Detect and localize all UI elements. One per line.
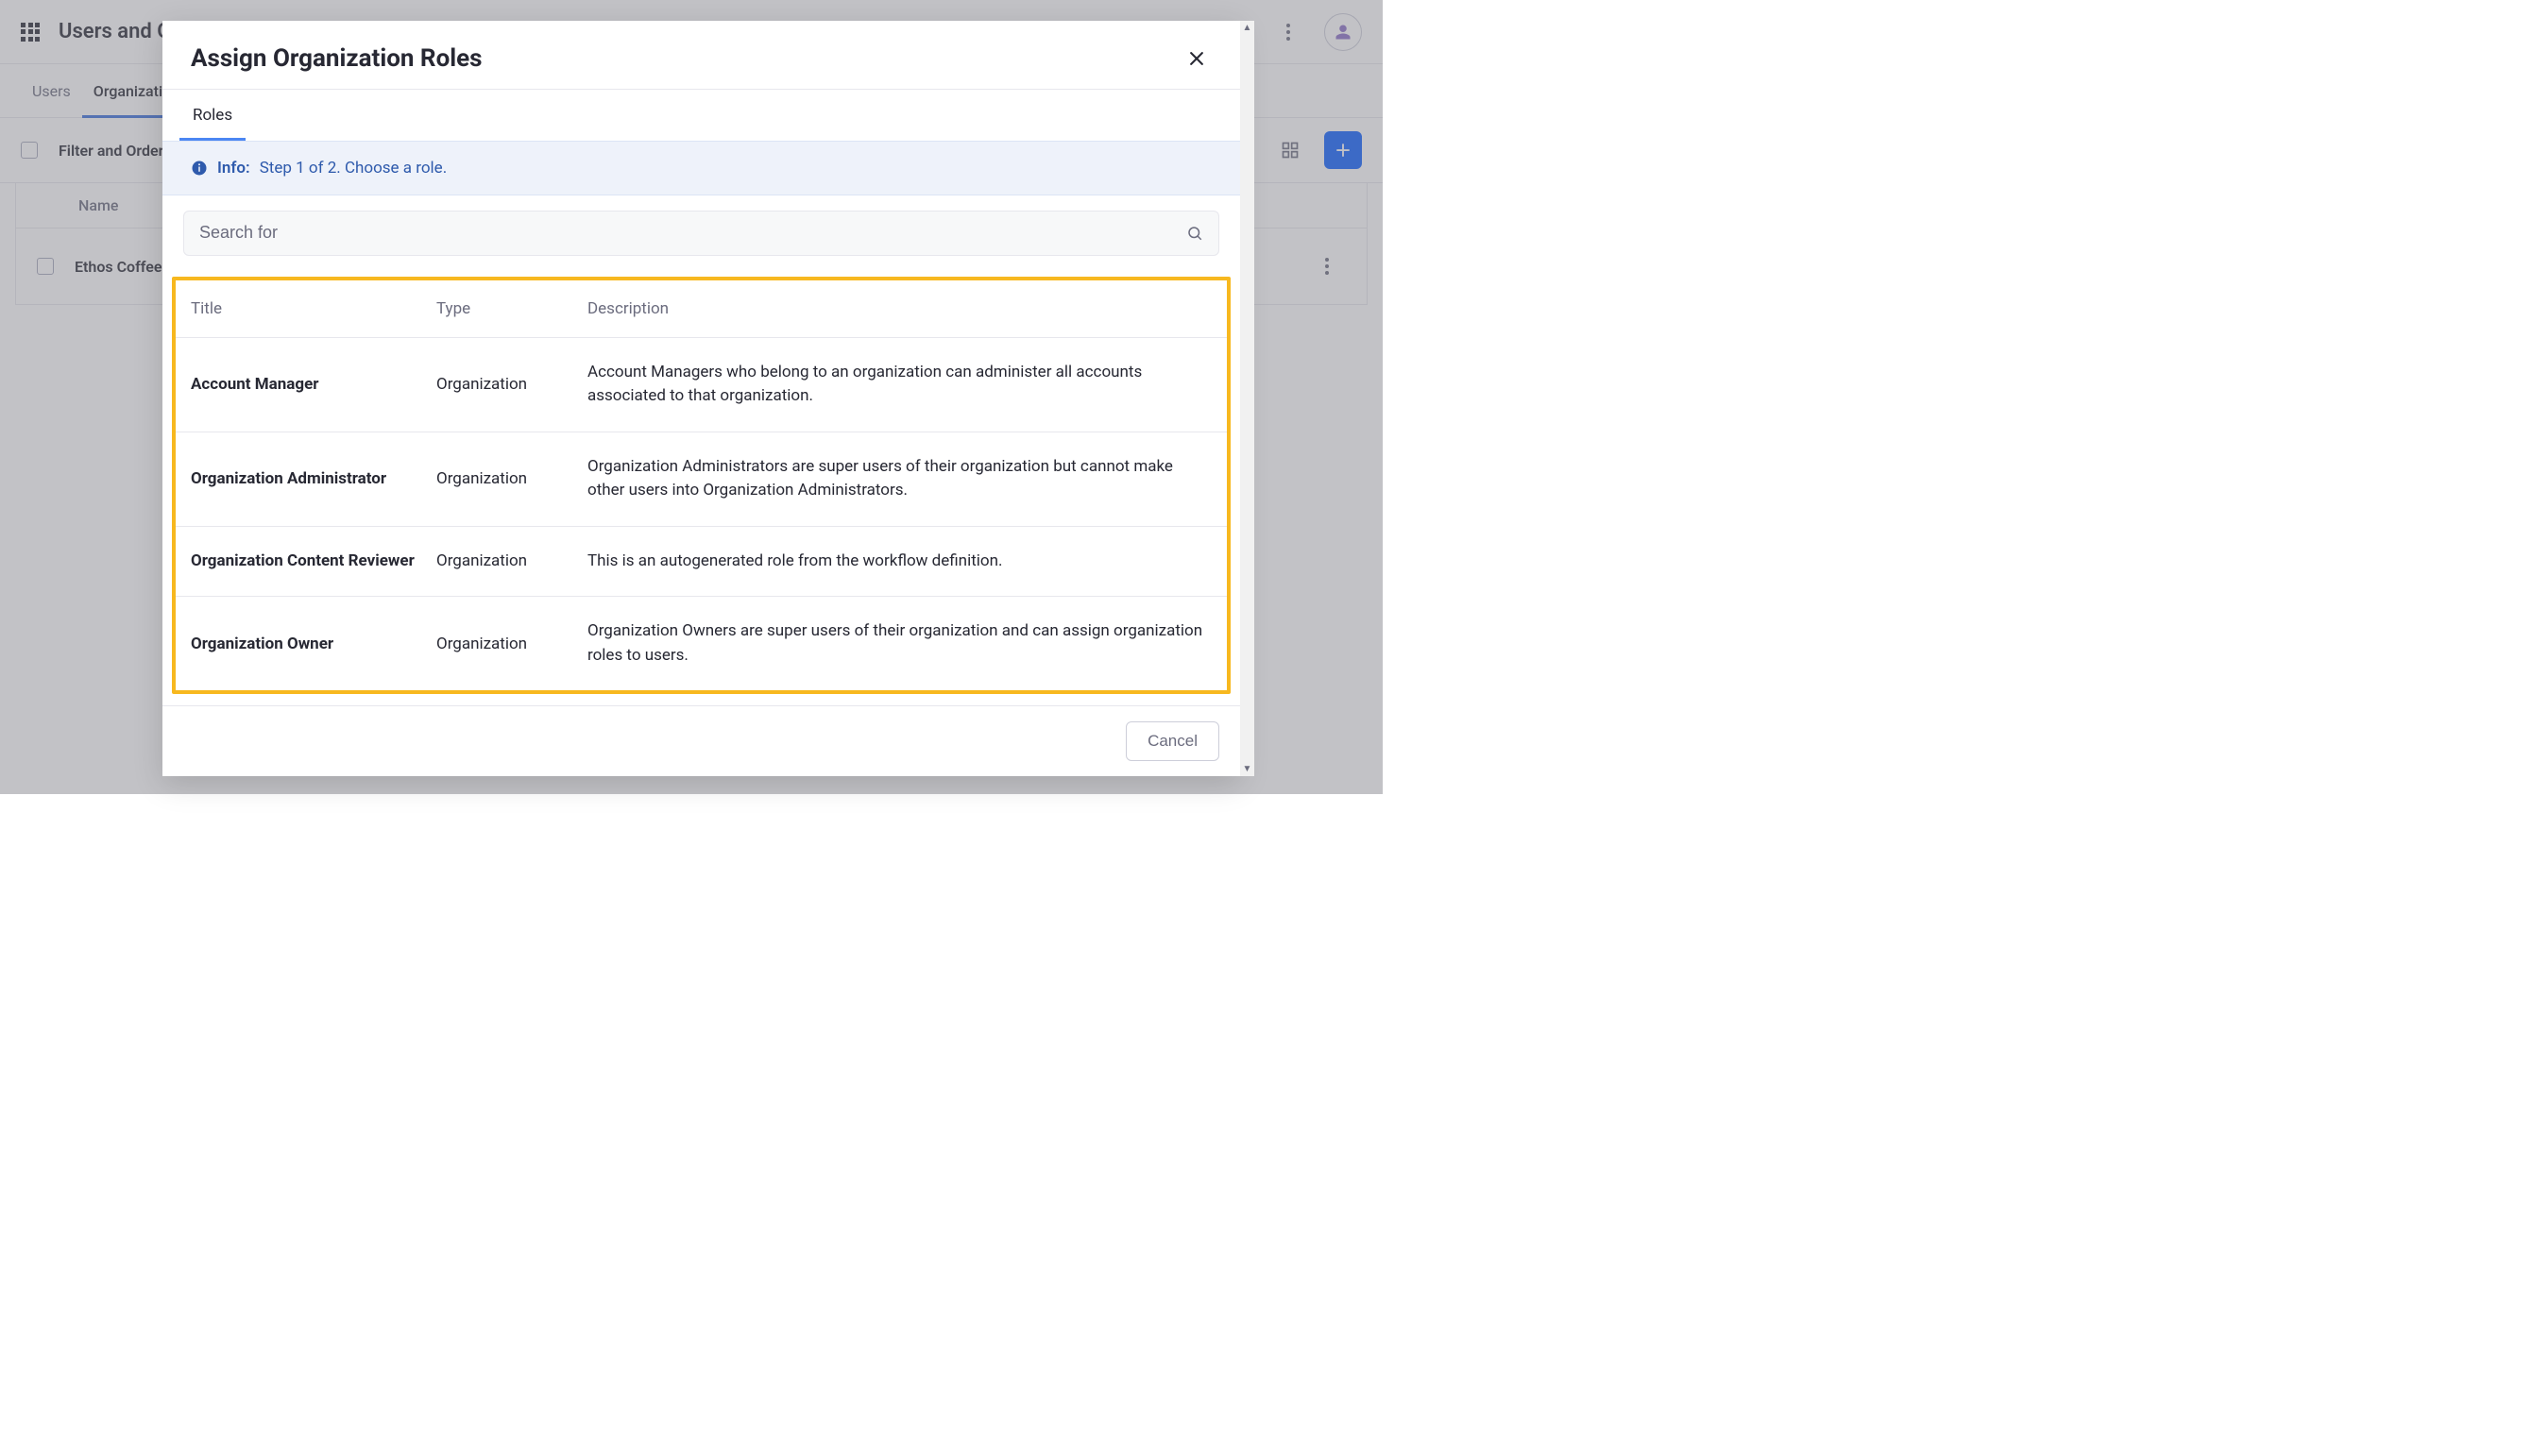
role-row[interactable]: Organization Owner Organization Organiza…	[176, 597, 1227, 690]
close-button[interactable]	[1182, 43, 1212, 74]
role-title: Organization Administrator	[191, 469, 436, 488]
role-description: Account Managers who belong to an organi…	[587, 361, 1212, 409]
assign-roles-modal: Assign Organization Roles Roles Info: St…	[162, 21, 1240, 776]
roles-table-header: Title Type Description	[176, 280, 1227, 338]
role-row[interactable]: Organization Content Reviewer Organizati…	[176, 527, 1227, 598]
modal-footer: Cancel	[162, 705, 1240, 776]
modal-scrollbar[interactable]: ▲ ▼	[1240, 21, 1254, 776]
role-type: Organization	[436, 375, 587, 394]
search-icon	[1186, 225, 1203, 242]
roles-table: Title Type Description Account Manager O…	[172, 277, 1231, 695]
role-description: This is an autogenerated role from the w…	[587, 550, 1212, 574]
search-box[interactable]	[183, 211, 1219, 256]
role-type: Organization	[436, 469, 587, 488]
modal-tabs: Roles	[162, 90, 1240, 141]
column-header-type[interactable]: Type	[436, 299, 587, 318]
search-input[interactable]	[199, 223, 1186, 243]
column-header-description[interactable]: Description	[587, 299, 1212, 318]
scroll-up-arrow-icon[interactable]: ▲	[1240, 21, 1254, 35]
close-icon	[1187, 49, 1206, 68]
info-label: Info:	[217, 159, 250, 178]
cancel-button[interactable]: Cancel	[1126, 721, 1219, 761]
info-icon	[191, 160, 208, 177]
column-header-title[interactable]: Title	[191, 299, 436, 318]
role-row[interactable]: Organization Administrator Organization …	[176, 432, 1227, 527]
role-type: Organization	[436, 551, 587, 570]
role-type: Organization	[436, 635, 587, 653]
role-title: Organization Content Reviewer	[191, 551, 436, 570]
modal-tab-roles[interactable]: Roles	[179, 90, 246, 141]
search-wrap	[162, 195, 1240, 271]
modal-header: Assign Organization Roles	[162, 21, 1240, 90]
role-title: Account Manager	[191, 375, 436, 394]
role-title: Organization Owner	[191, 635, 436, 653]
info-text: Step 1 of 2. Choose a role.	[260, 159, 448, 178]
scroll-down-arrow-icon[interactable]: ▼	[1240, 762, 1254, 776]
role-description: Organization Administrators are super us…	[587, 455, 1212, 503]
modal-title: Assign Organization Roles	[191, 44, 483, 73]
role-row[interactable]: Account Manager Organization Account Man…	[176, 338, 1227, 432]
role-description: Organization Owners are super users of t…	[587, 619, 1212, 668]
info-banner: Info: Step 1 of 2. Choose a role.	[162, 141, 1240, 195]
